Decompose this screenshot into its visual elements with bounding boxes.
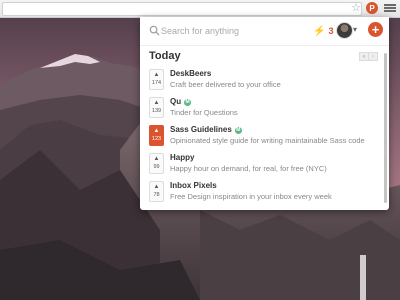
vote-count: 174 xyxy=(151,80,162,86)
section-title: Today xyxy=(149,50,181,62)
hamburger-menu-icon[interactable] xyxy=(384,2,396,14)
vote-count: 123 xyxy=(151,136,162,142)
upvote-button[interactable]: ▲ 123 xyxy=(149,125,164,146)
vote-count: 99 xyxy=(153,164,160,170)
upvote-arrow-icon: ▲ xyxy=(153,184,160,190)
chevron-down-icon[interactable]: ▾ xyxy=(353,24,357,36)
vote-count: 78 xyxy=(153,192,160,198)
post-tagline: Free Design inspiration in your inbox ev… xyxy=(170,192,332,201)
post-title[interactable]: Happy xyxy=(170,153,194,162)
list-item[interactable]: ▲ 78 Inbox Pixels Free Design inspiratio… xyxy=(149,181,381,209)
lightning-bolt-icon: ⚡ xyxy=(313,25,326,37)
upvote-arrow-icon: ▲ xyxy=(153,128,160,134)
list-item[interactable]: ▲ 139 Qu M Tinder for Questions xyxy=(149,97,381,125)
upvote-button[interactable]: ▲ 99 xyxy=(149,153,164,174)
address-bar[interactable] xyxy=(2,2,362,16)
list-item[interactable]: ▲ 174 DeskBeers Craft beer delivered to … xyxy=(149,69,381,97)
upvote-arrow-icon: ▲ xyxy=(153,72,160,78)
maker-badge: M xyxy=(184,99,192,106)
list-item[interactable]: ▲ 99 Happy Happy hour on demand, for rea… xyxy=(149,153,381,181)
post-title[interactable]: Sass Guidelines M xyxy=(170,125,242,134)
day-pager: ‹ › xyxy=(359,52,378,61)
post-title[interactable]: Qu M xyxy=(170,97,192,106)
upvote-button[interactable]: ▲ 78 xyxy=(149,181,164,202)
post-tagline: Opinionated style guide for writing main… xyxy=(170,136,365,145)
notifications-button[interactable]: ⚡ 3 xyxy=(313,24,333,38)
scrollbar[interactable] xyxy=(384,53,387,203)
post-tagline: Happy hour on demand, for real, for free… xyxy=(170,164,327,173)
avatar[interactable] xyxy=(336,22,353,39)
upvote-button[interactable]: ▲ 139 xyxy=(149,97,164,118)
notifications-count: 3 xyxy=(328,26,334,36)
search-input[interactable] xyxy=(161,23,301,39)
vote-count: 139 xyxy=(151,108,162,114)
post-title[interactable]: Inbox Pixels xyxy=(170,181,217,190)
upvote-arrow-icon: ▲ xyxy=(153,100,160,106)
maker-badge: M xyxy=(234,127,242,134)
next-day-button[interactable]: › xyxy=(369,52,378,61)
product-hunt-extension-icon[interactable]: P xyxy=(366,2,378,14)
prev-day-button[interactable]: ‹ xyxy=(359,52,369,61)
post-tagline: Craft beer delivered to your office xyxy=(170,80,281,89)
post-tagline: Tinder for Questions xyxy=(170,108,238,117)
bookmark-star-icon[interactable]: ☆ xyxy=(351,2,361,14)
add-post-button[interactable]: + xyxy=(368,22,383,37)
upvote-button[interactable]: ▲ 174 xyxy=(149,69,164,90)
popup-header: ⚡ 3 ▾ + xyxy=(140,17,389,46)
list-item[interactable]: ▲ 123 Sass Guidelines M Opinionated style… xyxy=(149,125,381,153)
posts-list: Today ‹ › ▲ 174 DeskBeers Craft beer del… xyxy=(140,46,389,210)
search-icon xyxy=(149,25,160,36)
upvote-arrow-icon: ▲ xyxy=(153,156,160,162)
post-title[interactable]: DeskBeers xyxy=(170,69,211,78)
browser-toolbar: ☆ P xyxy=(0,0,400,18)
extension-popup: ⚡ 3 ▾ + Today ‹ › ▲ 174 DeskBeers Craft … xyxy=(140,17,389,210)
